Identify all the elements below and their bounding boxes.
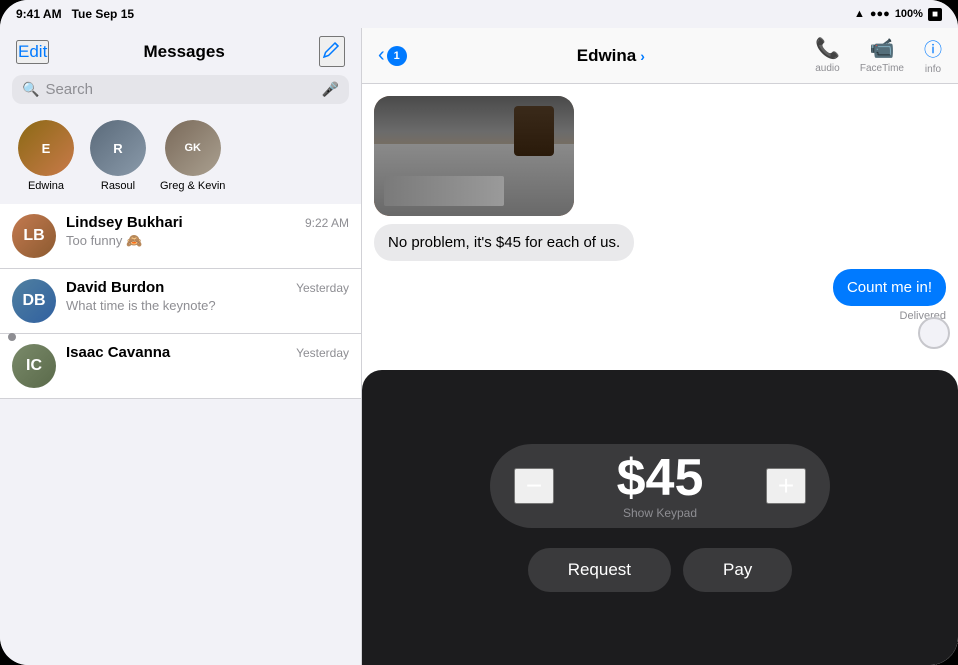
chevron-left-icon: ‹ [378, 44, 385, 67]
info-action[interactable]: ⓘ info [924, 36, 942, 75]
msg-content-david: David Burdon Yesterday What time is the … [66, 279, 349, 313]
sidebar: Edit Messages 🔍 Search 🎤 [0, 28, 362, 665]
show-keypad-label[interactable]: Show Keypad [623, 506, 697, 520]
incoming-text: No problem, it's $45 for each of us. [388, 234, 620, 251]
pay-actions: Request Pay [528, 548, 793, 592]
recent-contact-greg-kevin[interactable]: GK Greg & Kevin [160, 120, 225, 192]
recent-contacts: E Edwina R Rasoul GK [0, 112, 361, 204]
photo-message [374, 96, 574, 216]
microphone-icon[interactable]: 🎤 [322, 81, 339, 98]
pay-amount-row: − $45 Show Keypad + [490, 444, 830, 528]
chat-header: ‹ 1 Edwina › 📞 audio 📹 Face [362, 28, 958, 84]
side-dot [8, 333, 16, 341]
chat-contact-name: Edwina [577, 46, 637, 66]
recent-contact-rasoul[interactable]: R Rasoul [88, 120, 148, 192]
avatar-david: DB [12, 279, 56, 323]
battery-icon: ■ [928, 8, 942, 21]
contact-avatar-rasoul: R [90, 120, 146, 176]
msg-name-isaac: Isaac Cavanna [66, 344, 170, 361]
plus-button[interactable]: + [766, 468, 806, 504]
search-bar[interactable]: 🔍 Search 🎤 [12, 75, 349, 104]
sidebar-title: Messages [144, 42, 225, 62]
phone-icon: 📞 [815, 36, 840, 61]
incoming-bubble: No problem, it's $45 for each of us. [374, 224, 634, 261]
status-icons: ▲ ●●● 100% ■ [854, 8, 942, 21]
photo-content [374, 96, 574, 216]
signal-icon: ●●● [870, 8, 890, 20]
apple-pay-overlay: − $45 Show Keypad + Request Pay [362, 370, 958, 665]
facetime-icon: 📹 [869, 36, 894, 61]
search-icon: 🔍 [22, 81, 39, 98]
msg-content-isaac: Isaac Cavanna Yesterday [66, 344, 349, 363]
message-item-isaac[interactable]: IC Isaac Cavanna Yesterday [0, 334, 361, 399]
back-badge: 1 [387, 46, 407, 66]
compose-button[interactable] [319, 36, 345, 67]
info-icon: ⓘ [924, 36, 942, 62]
pay-button[interactable]: Pay [683, 548, 792, 592]
edit-button[interactable]: Edit [16, 40, 49, 64]
battery-label: 100% [895, 8, 923, 20]
chat-panel: ‹ 1 Edwina › 📞 audio 📹 Face [362, 28, 958, 665]
status-bar: 9:41 AM Tue Sep 15 ▲ ●●● 100% ■ [0, 0, 958, 28]
audio-action[interactable]: 📞 audio [815, 36, 840, 74]
pay-amount-value: $45 [617, 452, 704, 504]
msg-name-david: David Burdon [66, 279, 164, 296]
contact-avatar-edwina: E [18, 120, 74, 176]
status-date: Tue Sep 15 [72, 7, 134, 21]
back-button[interactable]: ‹ 1 [378, 44, 407, 67]
contact-name-greg-kevin: Greg & Kevin [160, 180, 225, 192]
message-list: LB Lindsey Bukhari 9:22 AM Too funny 🙈 D… [0, 204, 361, 665]
msg-preview-david: What time is the keynote? [66, 298, 349, 313]
outgoing-text: Count me in! [847, 279, 932, 296]
message-item-david[interactable]: DB David Burdon Yesterday What time is t… [0, 269, 361, 334]
home-button[interactable] [918, 317, 950, 349]
chevron-right-icon: › [640, 48, 645, 64]
message-item-lindsey[interactable]: LB Lindsey Bukhari 9:22 AM Too funny 🙈 [0, 204, 361, 269]
request-button[interactable]: Request [528, 548, 671, 592]
chat-title: Edwina › [577, 46, 645, 66]
msg-content-lindsey: Lindsey Bukhari 9:22 AM Too funny 🙈 [66, 214, 349, 249]
avatar-lindsey: LB [12, 214, 56, 258]
pay-amount-center: $45 Show Keypad [554, 452, 766, 520]
status-time: 9:41 AM [16, 7, 62, 21]
facetime-action[interactable]: 📹 FaceTime [860, 36, 904, 74]
wifi-icon: ▲ [854, 8, 865, 20]
avatar-isaac: IC [12, 344, 56, 388]
search-input[interactable]: Search [45, 81, 315, 98]
msg-time-lindsey: 9:22 AM [305, 216, 349, 230]
msg-preview-lindsey: Too funny 🙈 [66, 233, 349, 249]
contact-name-rasoul: Rasoul [101, 180, 135, 192]
main-content: Edit Messages 🔍 Search 🎤 [0, 28, 958, 665]
outgoing-bubble: Count me in! [833, 269, 946, 306]
msg-time-david: Yesterday [296, 281, 349, 295]
contact-avatar-greg-kevin: GK [165, 120, 221, 176]
msg-name-lindsey: Lindsey Bukhari [66, 214, 183, 231]
ipad-frame: 9:41 AM Tue Sep 15 ▲ ●●● 100% ■ Edit Mes… [0, 0, 958, 665]
sidebar-header: Edit Messages [0, 28, 361, 71]
chat-actions: 📞 audio 📹 FaceTime ⓘ info [815, 36, 942, 75]
recent-contact-edwina[interactable]: E Edwina [16, 120, 76, 192]
minus-button[interactable]: − [514, 468, 554, 504]
contact-name-edwina: Edwina [28, 180, 64, 192]
msg-time-isaac: Yesterday [296, 346, 349, 360]
